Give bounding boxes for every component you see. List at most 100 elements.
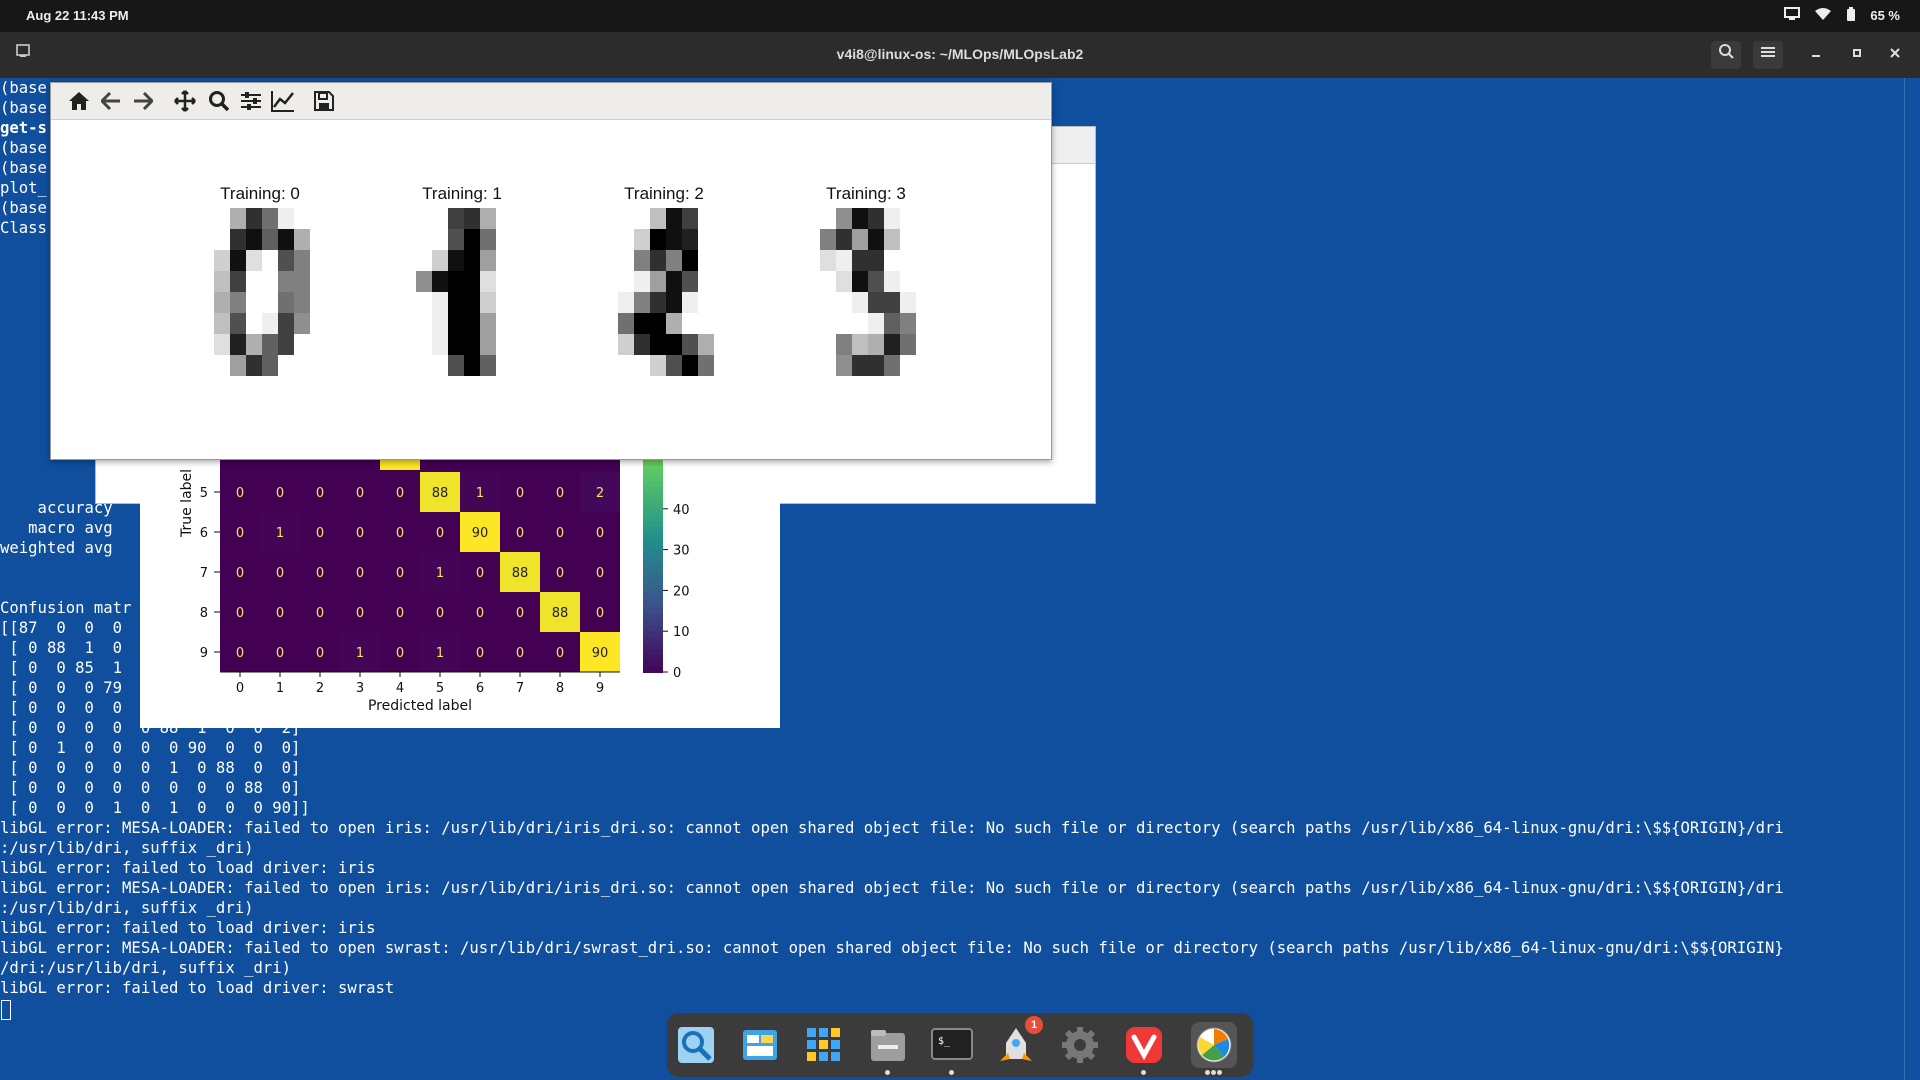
terminal-scrollbar[interactable] (1904, 78, 1920, 1080)
colorbar-segment (643, 503, 663, 511)
digit-pixel (400, 334, 417, 356)
digit-pixel (294, 334, 311, 356)
minimize-icon[interactable] (1801, 41, 1831, 69)
digit-pixel (230, 271, 247, 293)
digit-pixel (852, 355, 869, 377)
colorbar-segment (643, 648, 663, 656)
workspaces-icon[interactable] (737, 1022, 783, 1068)
confusion-matrix-window[interactable]: 0 0 0 0 0 88 1 0 0 2 5 0 1 0 0 0 0 90 0 0 0 6 0 0 0 0 0 1 0 88 0 0 7 0 0 0 0… (140, 440, 780, 728)
digit-image (400, 208, 529, 377)
cm-col-tick: 4 (396, 681, 404, 696)
running-indicator (1141, 1070, 1146, 1075)
digit-pixel (480, 355, 497, 377)
pan-icon[interactable] (172, 88, 198, 114)
digit-pixel (278, 208, 295, 230)
clock[interactable]: Aug 22 11:43 PM (26, 8, 129, 23)
digit-pixel (262, 355, 279, 377)
cm-value: 0 (436, 606, 444, 621)
matrix-line: [ 0 0 0 0 0 0 0 0 88 0] (0, 779, 301, 797)
cm-col-tick: 7 (516, 681, 524, 696)
vivaldi-browser-icon[interactable] (1121, 1022, 1167, 1075)
matplotlib-figure-icon[interactable] (1191, 1022, 1237, 1075)
digit-pixel (820, 208, 837, 230)
applications-grid-icon[interactable] (801, 1022, 847, 1068)
maximize-icon[interactable] (1842, 41, 1872, 69)
colorbar-segment (643, 585, 663, 592)
running-indicator (1211, 1070, 1216, 1075)
digits-figure-window[interactable]: Training: 0 Training: 1 Training: 2 Trai… (50, 82, 1052, 460)
digit-pixel (246, 208, 263, 230)
digit-pixel (852, 271, 869, 293)
cm-value: 0 (476, 606, 484, 621)
digit-pixel (214, 292, 231, 314)
configure-subplots-icon[interactable] (238, 88, 264, 114)
edit-axes-icon[interactable] (270, 88, 296, 114)
back-arrow-icon[interactable] (98, 88, 124, 114)
screen-share-icon[interactable] (1784, 7, 1801, 24)
colorbar-segment (643, 544, 663, 552)
matrix-line: [ 0 0 0 0 0 1 0 88 0 0] (0, 759, 301, 777)
app-search-icon[interactable] (673, 1022, 719, 1068)
digit-pixel (868, 313, 885, 335)
digit-pixel (496, 334, 513, 356)
matrix-line: [ 0 0 0 1 0 1 0 0 0 90]] (0, 799, 310, 817)
digit-pixel (496, 292, 513, 314)
digit-title: Training: 2 (624, 184, 704, 203)
app-store-icon[interactable]: 1 (993, 1016, 1043, 1068)
digit-image (804, 208, 933, 377)
cm-value: 1 (356, 646, 364, 661)
digit-title: Training: 1 (422, 184, 502, 203)
digit-pixel (714, 271, 731, 293)
colorbar-segment (643, 614, 663, 621)
colorbar-segment (643, 515, 663, 523)
save-icon[interactable] (311, 88, 337, 114)
digits-figure: Training: 0 Training: 1 Training: 2 Trai… (51, 120, 1051, 458)
system-tray[interactable]: 65 % (1784, 7, 1900, 24)
digit-pixel (416, 355, 433, 377)
digit-pixel (820, 292, 837, 314)
error-line: libGL error: MESA-LOADER: failed to open… (0, 819, 1784, 837)
cm-value: 1 (276, 526, 284, 541)
settings-gear-icon[interactable] (1057, 1022, 1103, 1068)
forward-arrow-icon[interactable] (130, 88, 156, 114)
digit-pixel (278, 271, 295, 293)
digit-pixel (618, 250, 635, 272)
cm-col-tick: 2 (316, 681, 324, 696)
error-line: /dri:/usr/lib/dri, suffix _dri) (0, 959, 292, 977)
digit-pixel (900, 229, 917, 251)
wifi-icon[interactable] (1814, 7, 1832, 24)
digit-pixel (310, 208, 327, 230)
zoom-icon[interactable] (206, 88, 232, 114)
digit-pixel (820, 313, 837, 335)
digit-pixel (900, 313, 917, 335)
cm-value: 0 (556, 566, 564, 581)
digit-pixel (916, 250, 933, 272)
battery-icon[interactable] (1846, 7, 1856, 24)
digit-pixel (400, 292, 417, 314)
colorbar-segment (643, 509, 663, 517)
files-icon[interactable] (865, 1022, 911, 1075)
digit-pixel (836, 271, 853, 293)
digit-pixel (310, 334, 327, 356)
digit-pixel (836, 334, 853, 356)
digit-pixel (868, 334, 885, 356)
cm-row-tick: 7 (200, 566, 208, 581)
digit-pixel (916, 271, 933, 293)
digit-pixel (198, 334, 215, 356)
matrix-line: [ 0 88 1 0 (0, 639, 123, 657)
search-icon[interactable] (1711, 41, 1741, 69)
digit-pixel-grid (198, 208, 327, 377)
cm-value: 0 (556, 646, 564, 661)
terminal-cursor (1, 1000, 11, 1020)
home-icon[interactable] (66, 88, 92, 114)
digit-pixel (868, 250, 885, 272)
digit-pixel (868, 355, 885, 377)
cm-value: 0 (356, 486, 364, 501)
terminal-app-icon[interactable]: $_ (929, 1022, 975, 1075)
menu-icon[interactable] (1753, 41, 1783, 69)
matrix-line: [[87 0 0 0 (0, 619, 123, 637)
close-icon[interactable] (1880, 41, 1910, 69)
cm-value: 90 (472, 526, 489, 541)
digit-pixel (448, 334, 465, 356)
running-indicator (885, 1070, 890, 1075)
